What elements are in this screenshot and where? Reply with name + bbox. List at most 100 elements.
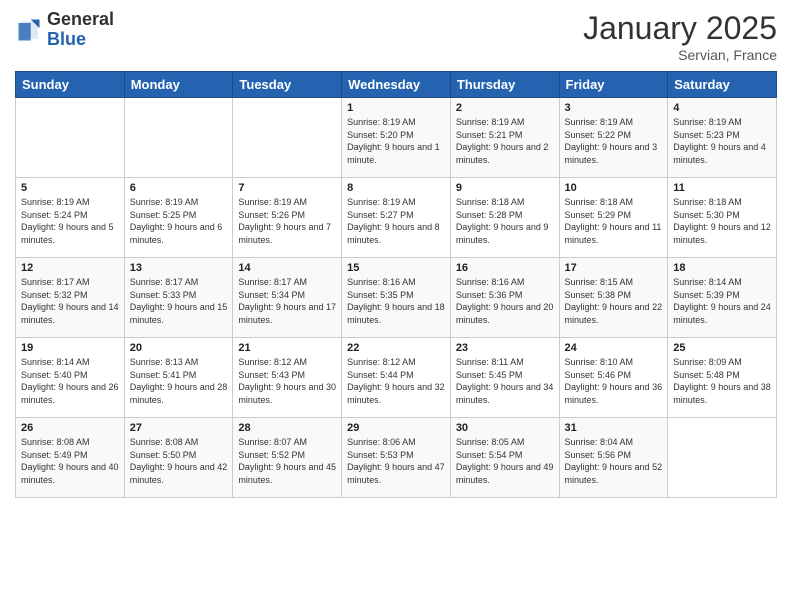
day-cell: 26 Sunrise: 8:08 AM Sunset: 5:49 PM Dayli…	[16, 418, 125, 498]
day-number: 18	[673, 262, 771, 274]
day-info: Sunrise: 8:19 AM Sunset: 5:21 PM Dayligh…	[456, 116, 554, 166]
day-cell: 17 Sunrise: 8:15 AM Sunset: 5:38 PM Dayli…	[559, 258, 668, 338]
day-info: Sunrise: 8:19 AM Sunset: 5:20 PM Dayligh…	[347, 116, 445, 166]
day-number: 6	[130, 182, 228, 194]
day-info: Sunrise: 8:17 AM Sunset: 5:33 PM Dayligh…	[130, 276, 228, 326]
day-cell: 13 Sunrise: 8:17 AM Sunset: 5:33 PM Dayli…	[124, 258, 233, 338]
day-number: 12	[21, 262, 119, 274]
header: General Blue January 2025 Servian, Franc…	[15, 10, 777, 63]
day-number: 17	[565, 262, 663, 274]
day-number: 11	[673, 182, 771, 194]
logo: General Blue	[15, 10, 114, 50]
day-cell: 22Sunrise: 8:12 AM Sunset: 5:44 PM Dayli…	[342, 338, 451, 418]
day-cell: 29 Sunrise: 8:06 AM Sunset: 5:53 PM Dayli…	[342, 418, 451, 498]
day-number: 20	[130, 342, 228, 354]
day-info: Sunrise: 8:19 AM Sunset: 5:22 PM Dayligh…	[565, 116, 663, 166]
day-info: Sunrise: 8:18 AM Sunset: 5:30 PM Dayligh…	[673, 196, 771, 246]
day-number: 4	[673, 102, 771, 114]
day-info: Sunrise: 8:18 AM Sunset: 5:29 PM Dayligh…	[565, 196, 663, 246]
day-cell: 16Sunrise: 8:16 AM Sunset: 5:36 PM Dayli…	[450, 258, 559, 338]
day-number: 16	[456, 262, 554, 274]
day-info: Sunrise: 8:07 AM Sunset: 5:52 PM Dayligh…	[238, 436, 336, 486]
day-cell	[233, 98, 342, 178]
calendar-body: 1 Sunrise: 8:19 AM Sunset: 5:20 PM Daylig…	[16, 98, 777, 498]
weekday-header-tuesday: Tuesday	[233, 72, 342, 98]
day-cell: 27Sunrise: 8:08 AM Sunset: 5:50 PM Dayli…	[124, 418, 233, 498]
day-number: 28	[238, 422, 336, 434]
day-info: Sunrise: 8:05 AM Sunset: 5:54 PM Dayligh…	[456, 436, 554, 486]
day-info: Sunrise: 8:19 AM Sunset: 5:27 PM Dayligh…	[347, 196, 445, 246]
weekday-header-monday: Monday	[124, 72, 233, 98]
day-cell: 7 Sunrise: 8:19 AM Sunset: 5:26 PM Daylig…	[233, 178, 342, 258]
logo-blue-text: Blue	[47, 29, 86, 49]
day-info: Sunrise: 8:18 AM Sunset: 5:28 PM Dayligh…	[456, 196, 554, 246]
day-number: 1	[347, 102, 445, 114]
day-number: 3	[565, 102, 663, 114]
day-cell: 20Sunrise: 8:13 AM Sunset: 5:41 PM Dayli…	[124, 338, 233, 418]
day-cell: 23 Sunrise: 8:11 AM Sunset: 5:45 PM Dayli…	[450, 338, 559, 418]
day-number: 7	[238, 182, 336, 194]
week-row-0: 1 Sunrise: 8:19 AM Sunset: 5:20 PM Daylig…	[16, 98, 777, 178]
day-info: Sunrise: 8:16 AM Sunset: 5:35 PM Dayligh…	[347, 276, 445, 326]
day-info: Sunrise: 8:04 AM Sunset: 5:56 PM Dayligh…	[565, 436, 663, 486]
weekday-header-friday: Friday	[559, 72, 668, 98]
day-cell: 21 Sunrise: 8:12 AM Sunset: 5:43 PM Dayli…	[233, 338, 342, 418]
day-info: Sunrise: 8:08 AM Sunset: 5:49 PM Dayligh…	[21, 436, 119, 486]
day-number: 26	[21, 422, 119, 434]
day-info: Sunrise: 8:19 AM Sunset: 5:25 PM Dayligh…	[130, 196, 228, 246]
weekday-header-saturday: Saturday	[668, 72, 777, 98]
day-number: 23	[456, 342, 554, 354]
day-number: 10	[565, 182, 663, 194]
day-info: Sunrise: 8:10 AM Sunset: 5:46 PM Dayligh…	[565, 356, 663, 406]
day-number: 2	[456, 102, 554, 114]
calendar-table: SundayMondayTuesdayWednesdayThursdayFrid…	[15, 71, 777, 498]
logo-text: General Blue	[47, 10, 114, 50]
day-info: Sunrise: 8:19 AM Sunset: 5:26 PM Dayligh…	[238, 196, 336, 246]
day-cell: 3 Sunrise: 8:19 AM Sunset: 5:22 PM Daylig…	[559, 98, 668, 178]
day-cell: 24 Sunrise: 8:10 AM Sunset: 5:46 PM Dayli…	[559, 338, 668, 418]
day-number: 29	[347, 422, 445, 434]
day-info: Sunrise: 8:15 AM Sunset: 5:38 PM Dayligh…	[565, 276, 663, 326]
day-cell: 2 Sunrise: 8:19 AM Sunset: 5:21 PM Daylig…	[450, 98, 559, 178]
day-cell: 4 Sunrise: 8:19 AM Sunset: 5:23 PM Daylig…	[668, 98, 777, 178]
day-cell: 18Sunrise: 8:14 AM Sunset: 5:39 PM Dayli…	[668, 258, 777, 338]
weekday-header-thursday: Thursday	[450, 72, 559, 98]
day-number: 5	[21, 182, 119, 194]
day-info: Sunrise: 8:19 AM Sunset: 5:23 PM Dayligh…	[673, 116, 771, 166]
day-cell: 8 Sunrise: 8:19 AM Sunset: 5:27 PM Daylig…	[342, 178, 451, 258]
day-number: 25	[673, 342, 771, 354]
day-cell	[124, 98, 233, 178]
day-info: Sunrise: 8:12 AM Sunset: 5:44 PM Dayligh…	[347, 356, 445, 406]
weekday-header-wednesday: Wednesday	[342, 72, 451, 98]
week-row-1: 5 Sunrise: 8:19 AM Sunset: 5:24 PM Daylig…	[16, 178, 777, 258]
day-cell: 12 Sunrise: 8:17 AM Sunset: 5:32 PM Dayli…	[16, 258, 125, 338]
day-info: Sunrise: 8:17 AM Sunset: 5:32 PM Dayligh…	[21, 276, 119, 326]
logo-general-text: General	[47, 9, 114, 29]
weekday-header-sunday: Sunday	[16, 72, 125, 98]
day-number: 13	[130, 262, 228, 274]
day-cell: 30 Sunrise: 8:05 AM Sunset: 5:54 PM Dayli…	[450, 418, 559, 498]
day-number: 8	[347, 182, 445, 194]
day-info: Sunrise: 8:11 AM Sunset: 5:45 PM Dayligh…	[456, 356, 554, 406]
day-cell	[668, 418, 777, 498]
day-number: 24	[565, 342, 663, 354]
day-info: Sunrise: 8:09 AM Sunset: 5:48 PM Dayligh…	[673, 356, 771, 406]
title-block: January 2025 Servian, France	[583, 10, 777, 63]
weekday-header-row: SundayMondayTuesdayWednesdayThursdayFrid…	[16, 72, 777, 98]
day-info: Sunrise: 8:12 AM Sunset: 5:43 PM Dayligh…	[238, 356, 336, 406]
day-cell: 15Sunrise: 8:16 AM Sunset: 5:35 PM Dayli…	[342, 258, 451, 338]
calendar-header: SundayMondayTuesdayWednesdayThursdayFrid…	[16, 72, 777, 98]
day-number: 9	[456, 182, 554, 194]
day-cell: 14 Sunrise: 8:17 AM Sunset: 5:34 PM Dayli…	[233, 258, 342, 338]
day-info: Sunrise: 8:06 AM Sunset: 5:53 PM Dayligh…	[347, 436, 445, 486]
week-row-4: 26 Sunrise: 8:08 AM Sunset: 5:49 PM Dayli…	[16, 418, 777, 498]
day-number: 14	[238, 262, 336, 274]
day-cell: 28 Sunrise: 8:07 AM Sunset: 5:52 PM Dayli…	[233, 418, 342, 498]
day-number: 21	[238, 342, 336, 354]
day-info: Sunrise: 8:19 AM Sunset: 5:24 PM Dayligh…	[21, 196, 119, 246]
day-number: 30	[456, 422, 554, 434]
logo-icon	[15, 16, 43, 44]
day-info: Sunrise: 8:17 AM Sunset: 5:34 PM Dayligh…	[238, 276, 336, 326]
week-row-2: 12 Sunrise: 8:17 AM Sunset: 5:32 PM Dayli…	[16, 258, 777, 338]
day-info: Sunrise: 8:08 AM Sunset: 5:50 PM Dayligh…	[130, 436, 228, 486]
